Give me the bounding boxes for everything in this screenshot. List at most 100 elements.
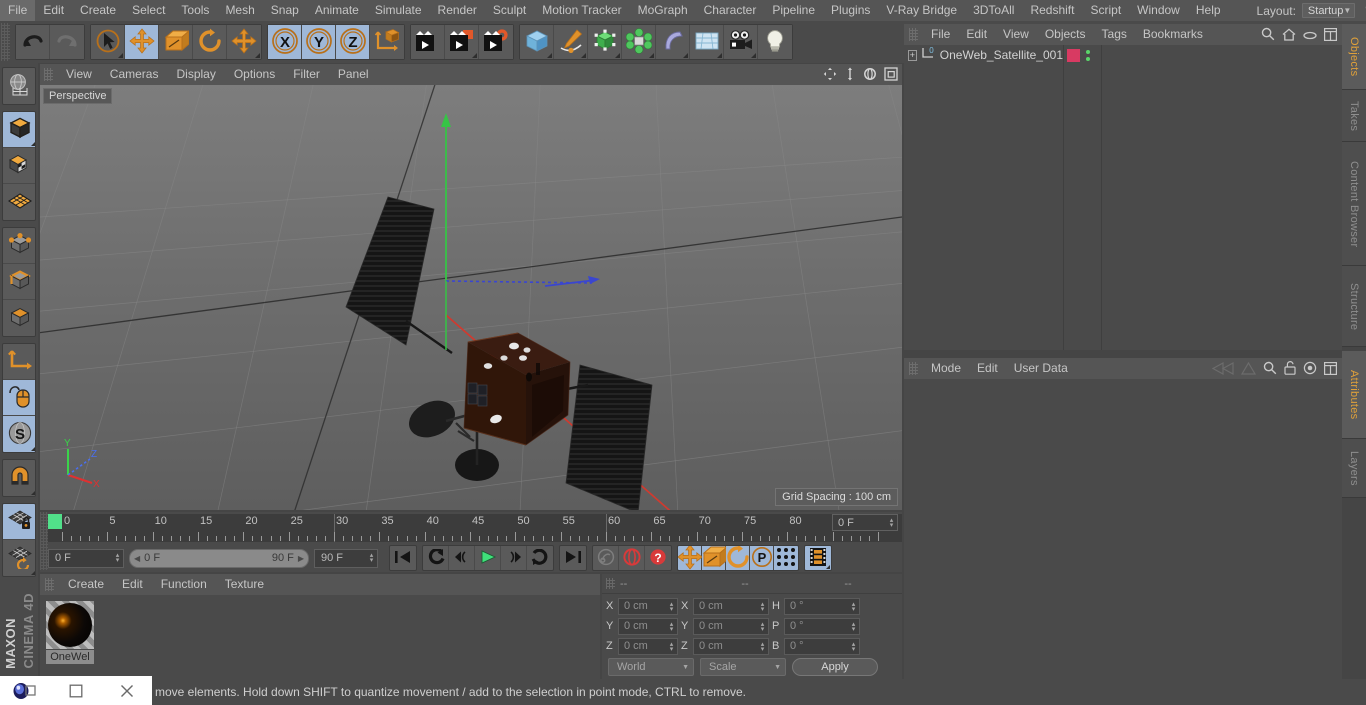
menu-item-mesh[interactable]: Mesh <box>217 0 262 21</box>
play-button[interactable] <box>475 546 501 570</box>
viewport-menu-options[interactable]: Options <box>225 64 284 85</box>
step-forward-button[interactable] <box>501 546 527 570</box>
tab-structure[interactable]: Structure <box>1342 266 1366 348</box>
menu-item-help[interactable]: Help <box>1188 0 1229 21</box>
timeline-current-frame-field[interactable]: 0 F ▴ ▾ <box>832 514 898 531</box>
coordinate-field-2[interactable]: 0 cm ▴ ▾ <box>693 617 769 635</box>
menu-item-pipeline[interactable]: Pipeline <box>764 0 823 21</box>
lock-x-axis-button[interactable]: X <box>268 25 302 59</box>
menu-item-motion-tracker[interactable]: Motion Tracker <box>534 0 629 21</box>
material-item[interactable]: OneWel <box>46 601 96 664</box>
object-menu-edit[interactable]: Edit <box>958 24 995 45</box>
history-forward-icon[interactable] <box>1240 361 1257 378</box>
unlock-icon[interactable] <box>1284 361 1296 378</box>
expand-toggle[interactable]: + <box>908 49 917 61</box>
viewport-menu-panel[interactable]: Panel <box>329 64 378 85</box>
viewport-menu-filter[interactable]: Filter <box>284 64 329 85</box>
object-menu-view[interactable]: View <box>995 24 1037 45</box>
tab-layers[interactable]: Layers <box>1342 439 1366 499</box>
add-environment-button[interactable] <box>690 25 724 59</box>
free-move-tool[interactable] <box>227 25 261 59</box>
add-cube-button[interactable] <box>520 25 554 59</box>
coordinates-grip-icon[interactable] <box>606 578 615 589</box>
panel-menu-icon[interactable] <box>1324 361 1338 378</box>
go-to-end-button[interactable] <box>560 546 586 570</box>
coordinate-field-1[interactable]: 0 cm ▴ ▾ <box>618 617 678 635</box>
coordinate-field-3[interactable]: 0 ° ▴ ▾ <box>784 617 860 635</box>
edges-mode-button[interactable] <box>3 264 35 300</box>
param-key-button[interactable]: P <box>750 546 774 570</box>
ellipse-icon[interactable] <box>1303 29 1317 43</box>
search-icon[interactable] <box>1263 361 1277 378</box>
attribute-grip-icon[interactable] <box>909 362 918 375</box>
range-left-handle-icon[interactable]: ◀ <box>134 554 140 563</box>
menu-item-create[interactable]: Create <box>72 0 124 21</box>
coordinate-field-2[interactable]: 0 cm ▴ ▾ <box>693 637 769 655</box>
move-tool[interactable] <box>125 25 159 59</box>
coordinate-field-1[interactable]: 0 cm ▴ ▾ <box>618 637 678 655</box>
coordinate-field-3[interactable]: 0 ° ▴ ▾ <box>784 637 860 655</box>
render-to-picture-viewer-button[interactable] <box>445 25 479 59</box>
soft-selection-button[interactable]: S <box>3 416 35 452</box>
minimize-window-button[interactable] <box>51 684 102 698</box>
visibility-dots[interactable] <box>1086 49 1090 61</box>
viewport-menu-view[interactable]: View <box>57 64 101 85</box>
apply-button[interactable]: Apply <box>792 658 878 676</box>
object-tree-column[interactable]: +0 OneWeb_Satellite_001 <box>904 45 1064 350</box>
frame-range-slider[interactable]: ◀ 0 F 90 F ▶ <box>129 548 309 568</box>
add-spline-button[interactable] <box>554 25 588 59</box>
coordinate-mode-select[interactable]: Scale ▼ <box>700 658 786 676</box>
render-settings-button[interactable] <box>479 25 513 59</box>
object-manager-grip-icon[interactable] <box>909 28 918 41</box>
menu-item-render[interactable]: Render <box>430 0 485 21</box>
tab-content-browser[interactable]: Content Browser <box>1342 142 1366 267</box>
scale-tool[interactable] <box>159 25 193 59</box>
layout-select[interactable]: Startup ▼ <box>1301 3 1356 18</box>
menu-item-snap[interactable]: Snap <box>263 0 307 21</box>
pan-view-icon[interactable] <box>823 67 837 84</box>
object-tag-column[interactable] <box>1064 45 1102 350</box>
coordinate-system-select[interactable]: World ▼ <box>608 658 694 676</box>
viewport-grip-icon[interactable] <box>44 68 53 81</box>
world-object-coordinates-button[interactable] <box>370 25 404 59</box>
menu-item-simulate[interactable]: Simulate <box>367 0 430 21</box>
stepper-icon[interactable]: ▴ ▾ <box>759 601 766 613</box>
frame-start-field[interactable]: 0 F ▴ ▾ <box>48 548 124 568</box>
attribute-manager-body[interactable] <box>904 379 1342 679</box>
viewport-canvas[interactable]: Perspective Grid Spacing : 100 cm Y X Z <box>40 85 902 510</box>
add-array-button[interactable] <box>622 25 656 59</box>
rotation-key-button[interactable] <box>726 546 750 570</box>
menu-item-mograph[interactable]: MoGraph <box>630 0 696 21</box>
panel-menu-icon[interactable] <box>1324 27 1338 44</box>
stepper-icon[interactable]: ▴ ▾ <box>850 601 857 613</box>
rotate-tool[interactable] <box>193 25 227 59</box>
add-light-button[interactable] <box>758 25 792 59</box>
timeline-grip[interactable] <box>40 512 48 570</box>
lock-z-axis-button[interactable]: Z <box>336 25 370 59</box>
coordinate-field-3[interactable]: 0 ° ▴ ▾ <box>784 597 860 615</box>
add-deformer-button[interactable] <box>656 25 690 59</box>
viewport-solo-button[interactable] <box>3 380 35 416</box>
autokeying-button[interactable] <box>619 546 645 570</box>
timeline-playhead[interactable] <box>48 514 62 529</box>
object-row[interactable]: +0 OneWeb_Satellite_001 <box>904 45 1063 65</box>
add-camera-button[interactable] <box>724 25 758 59</box>
object-menu-bookmarks[interactable]: Bookmarks <box>1135 24 1211 45</box>
stepper-icon[interactable]: ▴ ▾ <box>668 621 675 633</box>
menu-item-window[interactable]: Window <box>1129 0 1188 21</box>
point-level-animation-button[interactable] <box>774 546 798 570</box>
render-view-button[interactable] <box>411 25 445 59</box>
object-menu-tags[interactable]: Tags <box>1094 24 1135 45</box>
scale-key-button[interactable] <box>702 546 728 570</box>
range-right-handle-icon[interactable]: ▶ <box>298 554 304 563</box>
go-to-next-key-button[interactable] <box>527 546 553 570</box>
add-nurbs-button[interactable] <box>588 25 622 59</box>
attribute-menu-mode[interactable]: Mode <box>923 358 969 379</box>
go-to-previous-key-button[interactable] <box>423 546 449 570</box>
rotate-view-icon[interactable] <box>863 67 877 84</box>
object-menu-file[interactable]: File <box>923 24 958 45</box>
stepper-icon[interactable]: ▴ ▾ <box>759 621 766 633</box>
dolly-view-icon[interactable] <box>844 67 856 84</box>
menu-item-plugins[interactable]: Plugins <box>823 0 878 21</box>
maximize-view-icon[interactable] <box>884 67 898 84</box>
